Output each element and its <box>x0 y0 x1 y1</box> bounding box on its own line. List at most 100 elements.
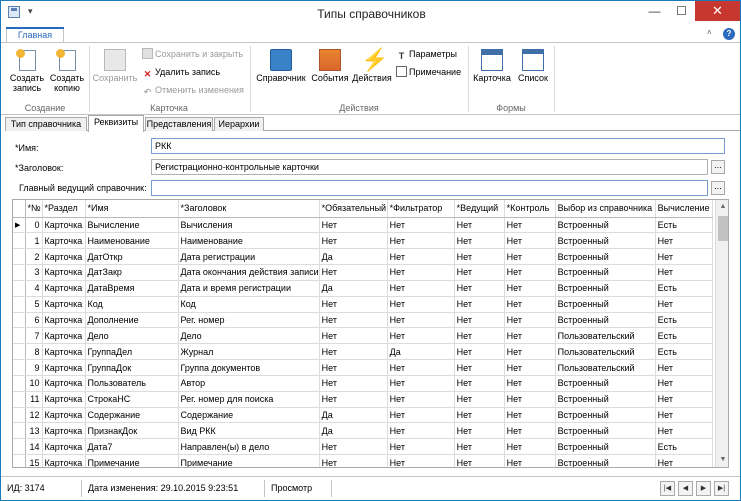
table-cell[interactable]: Нет <box>387 217 455 234</box>
table-cell[interactable]: Дело <box>178 327 320 345</box>
actions-button[interactable]: ⚡ Действия <box>352 49 392 84</box>
table-row[interactable]: 11 Карточка СтрокаНС Рег. номер для поиска Н… <box>13 391 713 408</box>
column-header[interactable]: *Ведущий <box>454 200 505 218</box>
table-cell[interactable]: Нет <box>387 375 455 392</box>
table-cell[interactable]: Нет <box>387 296 455 313</box>
table-cell[interactable]: Дата окончания действия записи <box>178 264 320 281</box>
table-cell[interactable]: Нет <box>454 407 505 424</box>
table-cell[interactable]: Дата и время регистрации <box>178 280 320 297</box>
table-cell[interactable]: Вычисления <box>178 217 320 234</box>
table-cell[interactable]: Автор <box>178 375 320 392</box>
row-selector[interactable] <box>13 280 26 297</box>
column-header[interactable]: *Имя <box>85 200 179 218</box>
table-cell[interactable]: Встроенный <box>555 280 656 297</box>
row-selector[interactable]: ▶ <box>13 217 26 234</box>
table-cell[interactable]: Код <box>85 296 179 313</box>
table-cell[interactable]: Примечание <box>178 454 320 467</box>
table-cell[interactable]: Встроенный <box>555 375 656 392</box>
maximize-button[interactable]: ☐ <box>668 1 695 21</box>
table-cell[interactable]: Нет <box>387 327 455 345</box>
row-selector[interactable] <box>13 312 26 329</box>
table-cell[interactable]: Нет <box>454 375 505 392</box>
table-cell[interactable]: Содержание <box>178 407 320 424</box>
table-cell[interactable]: Нет <box>454 248 505 266</box>
tab-views[interactable]: Представления <box>145 117 213 131</box>
row-selector[interactable] <box>13 407 26 424</box>
table-cell[interactable]: Рег. номер <box>178 312 320 329</box>
table-cell[interactable]: Пользователь <box>85 375 179 392</box>
save-and-close-button[interactable]: Сохранить и закрыть <box>142 48 243 62</box>
table-row[interactable]: 4 Карточка ДатаВремя Дата и время регистрац… <box>13 280 713 297</box>
table-cell[interactable]: 12 <box>25 407 43 424</box>
table-cell[interactable]: Нет <box>655 248 713 266</box>
table-cell[interactable]: Карточка <box>42 296 86 313</box>
table-cell[interactable]: 3 <box>25 264 43 281</box>
table-cell[interactable]: Нет <box>655 454 713 467</box>
table-cell[interactable]: Нет <box>504 454 556 467</box>
table-cell[interactable]: Дата7 <box>85 438 179 456</box>
delete-record-button[interactable]: ✕ Удалить запись <box>142 66 220 80</box>
table-cell[interactable]: Есть <box>655 312 713 329</box>
column-header[interactable]: *Раздел <box>42 200 86 218</box>
table-cell[interactable]: Нет <box>319 454 388 467</box>
table-cell[interactable]: Нет <box>454 312 505 329</box>
row-selector[interactable] <box>13 454 26 467</box>
close-button[interactable]: ✕ <box>695 1 740 21</box>
table-cell[interactable]: Дата регистрации <box>178 248 320 266</box>
table-cell[interactable]: ГруппаДел <box>85 343 179 361</box>
column-header[interactable]: *Заголовок <box>178 200 320 218</box>
undo-changes-button[interactable]: ↶ Отменить изменения <box>142 84 244 98</box>
table-cell[interactable]: Нет <box>655 232 713 250</box>
parameters-button[interactable]: T Параметры <box>396 48 457 62</box>
table-row[interactable]: 14 Карточка Дата7 Направлен(ы) в дело Нет Нет… <box>13 438 713 456</box>
table-cell[interactable]: Нет <box>387 454 455 467</box>
table-row[interactable]: 5 Карточка Код Код Нет Нет Нет Нет Встроенный Нет <box>13 296 713 313</box>
table-cell[interactable]: Карточка <box>42 438 86 456</box>
table-cell[interactable]: Да <box>387 343 455 361</box>
table-row[interactable]: 6 Карточка Дополнение Рег. номер Нет Нет Нет Не… <box>13 312 713 329</box>
table-cell[interactable]: Нет <box>319 264 388 281</box>
table-cell[interactable]: Нет <box>655 375 713 392</box>
table-cell[interactable]: Карточка <box>42 422 86 440</box>
table-row[interactable]: 7 Карточка Дело Дело Нет Нет Нет Нет Пользовател… <box>13 327 713 345</box>
table-cell[interactable]: ПризнакДок <box>85 422 179 440</box>
table-cell[interactable]: Нет <box>319 312 388 329</box>
table-row[interactable]: ▶ 0 Карточка Вычисление Вычисления Нет Нет Нет Н… <box>13 217 713 234</box>
table-cell[interactable]: Встроенный <box>555 312 656 329</box>
table-cell[interactable]: 5 <box>25 296 43 313</box>
vertical-scrollbar[interactable]: ▲ ▼ <box>715 200 728 467</box>
row-selector[interactable] <box>13 343 26 361</box>
table-cell[interactable]: Нет <box>504 280 556 297</box>
table-cell[interactable]: Нет <box>504 248 556 266</box>
table-cell[interactable]: Карточка <box>42 264 86 281</box>
table-cell[interactable]: Карточка <box>42 375 86 392</box>
form-list-button[interactable]: Список <box>515 49 551 83</box>
table-cell[interactable]: Дополнение <box>85 312 179 329</box>
table-cell[interactable]: Нет <box>387 359 455 376</box>
table-row[interactable]: 10 Карточка Пользователь Автор Нет Нет Нет Нет В… <box>13 375 713 392</box>
table-cell[interactable]: Вид РКК <box>178 422 320 440</box>
table-cell[interactable]: Нет <box>454 232 505 250</box>
table-cell[interactable]: Нет <box>504 264 556 281</box>
events-button[interactable]: События <box>310 49 350 83</box>
table-cell[interactable]: Нет <box>504 375 556 392</box>
table-cell[interactable]: Нет <box>387 264 455 281</box>
table-cell[interactable]: 0 <box>25 217 43 234</box>
table-cell[interactable]: 10 <box>25 375 43 392</box>
row-selector[interactable] <box>13 327 26 345</box>
table-cell[interactable]: Пользовательский <box>555 359 656 376</box>
table-cell[interactable]: 4 <box>25 280 43 297</box>
create-record-button[interactable]: Создать запись <box>7 49 47 93</box>
table-cell[interactable]: ДатЗакр <box>85 264 179 281</box>
table-cell[interactable]: Вычисление <box>85 217 179 234</box>
table-cell[interactable]: Нет <box>454 359 505 376</box>
table-cell[interactable]: 7 <box>25 327 43 345</box>
table-cell[interactable]: Пользовательский <box>555 327 656 345</box>
table-cell[interactable]: Нет <box>655 296 713 313</box>
name-field[interactable]: РКК <box>151 138 725 154</box>
table-cell[interactable]: ДатаВремя <box>85 280 179 297</box>
table-cell[interactable]: Нет <box>504 422 556 440</box>
table-cell[interactable]: Нет <box>454 391 505 408</box>
table-cell[interactable]: Нет <box>504 343 556 361</box>
column-header[interactable]: Выбор из справочника <box>555 200 656 218</box>
